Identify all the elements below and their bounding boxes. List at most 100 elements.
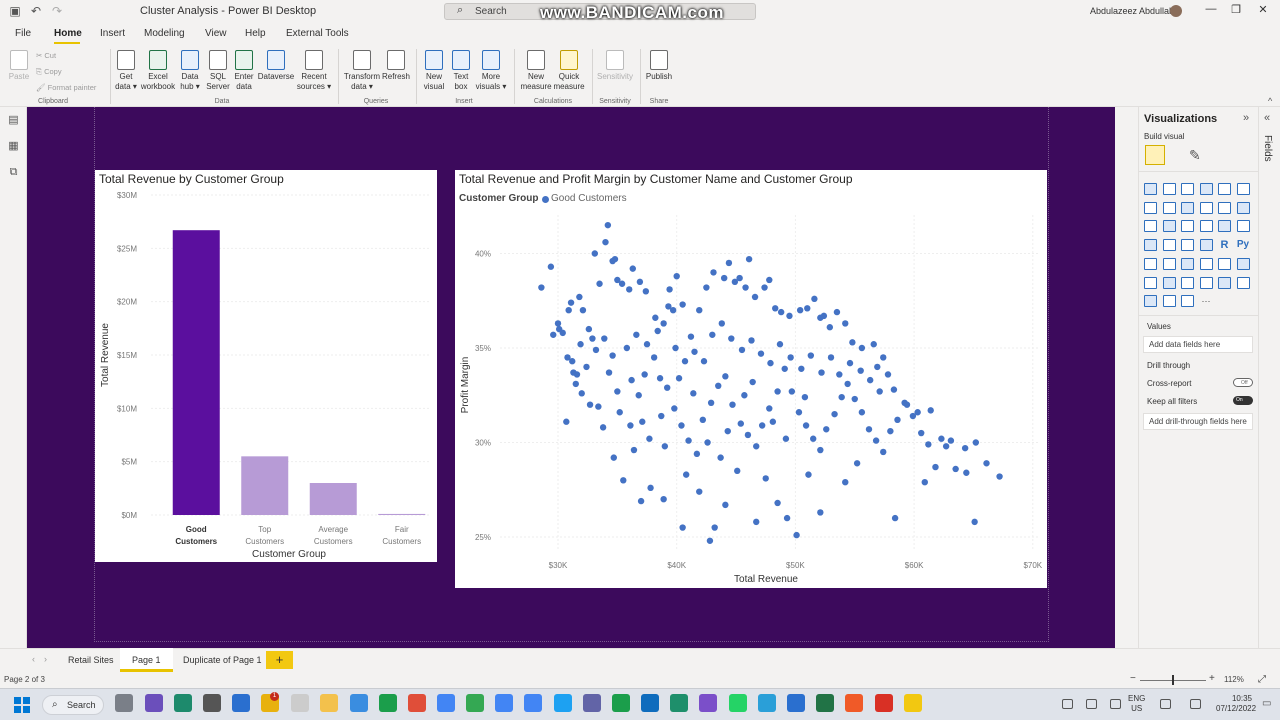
- visual-type-icon[interactable]: [1199, 257, 1213, 270]
- app-icon[interactable]: [845, 694, 863, 712]
- app-icon[interactable]: [612, 694, 630, 712]
- edge-icon[interactable]: [174, 694, 192, 712]
- battery-icon[interactable]: [1110, 699, 1121, 709]
- tab-retail-sites[interactable]: Retail Sites: [56, 648, 126, 672]
- chrome-icon[interactable]: [437, 694, 455, 712]
- clock[interactable]: 10:35 07/12/2022: [1216, 694, 1256, 714]
- next-page-icon[interactable]: ›: [44, 654, 47, 664]
- power-bi-icon[interactable]: [904, 694, 922, 712]
- teams-icon[interactable]: [583, 694, 601, 712]
- app-icon[interactable]: [670, 694, 688, 712]
- tab-page-1[interactable]: Page 1: [120, 648, 173, 672]
- collapse-ribbon-icon[interactable]: ^: [1268, 96, 1272, 106]
- recent-sources-button[interactable]: Recent sources ▾: [296, 50, 332, 92]
- menu-external-tools[interactable]: External Tools: [286, 28, 349, 39]
- keep-filters-toggle[interactable]: On: [1233, 396, 1253, 405]
- sensitivity-button[interactable]: Sensitivity: [596, 50, 634, 82]
- more-visuals-icon[interactable]: ···: [1200, 295, 1213, 307]
- add-page-button[interactable]: +: [266, 651, 293, 669]
- teams-chat-icon[interactable]: [145, 694, 163, 712]
- visual-type-icon[interactable]: [1181, 257, 1194, 270]
- visual-type-icon[interactable]: [1218, 201, 1231, 214]
- close-icon[interactable]: ✕: [1252, 3, 1274, 19]
- visual-type-icon[interactable]: [1236, 257, 1250, 270]
- app-icon[interactable]: [787, 694, 805, 712]
- model-view-icon[interactable]: ⧉: [7, 167, 20, 178]
- windows-start-icon[interactable]: [14, 697, 30, 713]
- visual-type-icon[interactable]: [1236, 183, 1250, 195]
- new-visual-button[interactable]: New visual: [421, 50, 447, 92]
- notepad-icon[interactable]: [291, 694, 309, 712]
- dataverse-button[interactable]: Dataverse: [257, 50, 295, 82]
- visual-type-icon[interactable]: [1199, 201, 1213, 214]
- outlook-icon[interactable]: [641, 694, 659, 712]
- menu-view[interactable]: View: [205, 28, 227, 39]
- fields-tab[interactable]: Fields: [1262, 135, 1273, 162]
- text-box-button[interactable]: Text box: [449, 50, 473, 92]
- data-hub-button[interactable]: Data hub ▾: [177, 50, 203, 92]
- excel-workbook-button[interactable]: Excel workbook: [140, 50, 176, 92]
- visual-type-icon[interactable]: [1236, 220, 1250, 233]
- mail-icon[interactable]: [232, 694, 250, 712]
- prev-page-icon[interactable]: ‹: [32, 654, 35, 664]
- get-data-button[interactable]: Get data ▾: [112, 50, 140, 92]
- zoom-in-icon[interactable]: +: [1209, 673, 1215, 684]
- r-script-visual-icon[interactable]: R: [1218, 239, 1231, 251]
- language-indicator[interactable]: ENG US: [1128, 694, 1145, 714]
- mic-icon[interactable]: [1160, 699, 1171, 709]
- taskbar-search[interactable]: ⌕ Search: [42, 695, 104, 715]
- notification-icon[interactable]: ▭: [1262, 698, 1271, 709]
- visual-type-icon[interactable]: [1144, 183, 1157, 195]
- visual-type-icon[interactable]: [1181, 276, 1194, 289]
- record-icon[interactable]: [875, 694, 893, 712]
- visual-type-icon[interactable]: [1199, 276, 1213, 289]
- cross-report-toggle[interactable]: Off: [1233, 378, 1253, 387]
- format-painter-button[interactable]: 🖌 Format painter: [36, 83, 96, 92]
- visual-type-icon[interactable]: [1199, 239, 1213, 252]
- bar-chart-visual[interactable]: Total Revenue by Customer Group $0M $5M $1…: [95, 170, 437, 562]
- minimize-icon[interactable]: —: [1200, 3, 1222, 19]
- visual-type-icon[interactable]: [1181, 183, 1194, 195]
- format-visual-icon[interactable]: ✎: [1189, 147, 1201, 164]
- app-icon[interactable]: [758, 694, 776, 712]
- menu-help[interactable]: Help: [245, 28, 266, 39]
- user-name[interactable]: Abdulazeez Abdullah: [1090, 6, 1174, 16]
- visual-type-icon[interactable]: [1199, 183, 1213, 195]
- chrome-icon[interactable]: [408, 694, 426, 712]
- visual-type-icon[interactable]: [1144, 201, 1157, 214]
- app-icon[interactable]: [350, 694, 368, 712]
- quick-measure-button[interactable]: Quick measure: [552, 50, 586, 92]
- visual-type-icon[interactable]: [1162, 295, 1176, 308]
- report-view-icon[interactable]: ▤: [7, 115, 20, 126]
- drill-through-well[interactable]: Add drill-through fields here: [1143, 413, 1253, 430]
- visual-type-icon[interactable]: [1144, 257, 1157, 270]
- network-icon[interactable]: [1062, 699, 1073, 709]
- file-explorer-icon[interactable]: [203, 694, 221, 712]
- more-visuals-button[interactable]: More visuals ▾: [474, 50, 508, 92]
- visual-type-icon[interactable]: [1162, 220, 1176, 233]
- data-view-icon[interactable]: ▦: [7, 141, 20, 152]
- visual-type-icon[interactable]: [1162, 257, 1176, 270]
- visual-type-icon[interactable]: [1218, 220, 1231, 233]
- new-measure-button[interactable]: New measure: [519, 50, 553, 92]
- whatsapp-icon[interactable]: [729, 694, 747, 712]
- excel-icon[interactable]: [816, 694, 834, 712]
- copy-button[interactable]: ⎘ Copy: [36, 67, 62, 77]
- visual-type-icon[interactable]: [1181, 201, 1194, 214]
- transform-data-button[interactable]: Transform data ▾: [342, 50, 382, 92]
- python-visual-icon[interactable]: Py: [1237, 239, 1250, 251]
- visual-type-icon[interactable]: [1218, 276, 1231, 289]
- redo-icon[interactable]: ↷: [50, 4, 64, 18]
- visual-type-icon[interactable]: [1199, 220, 1213, 233]
- menu-insert[interactable]: Insert: [100, 28, 125, 39]
- volume-icon[interactable]: [1086, 699, 1097, 709]
- fit-to-page-icon[interactable]: ⤢: [1258, 674, 1266, 685]
- chrome-icon[interactable]: [466, 694, 484, 712]
- visual-type-icon[interactable]: [1162, 276, 1176, 289]
- collapse-pane-icon[interactable]: »: [1243, 112, 1249, 124]
- visual-type-icon[interactable]: [1144, 239, 1157, 252]
- visual-type-icon[interactable]: [1236, 201, 1250, 214]
- visual-type-icon[interactable]: [1144, 276, 1157, 289]
- visual-type-icon[interactable]: [1162, 239, 1176, 252]
- undo-icon[interactable]: ↶: [29, 4, 43, 18]
